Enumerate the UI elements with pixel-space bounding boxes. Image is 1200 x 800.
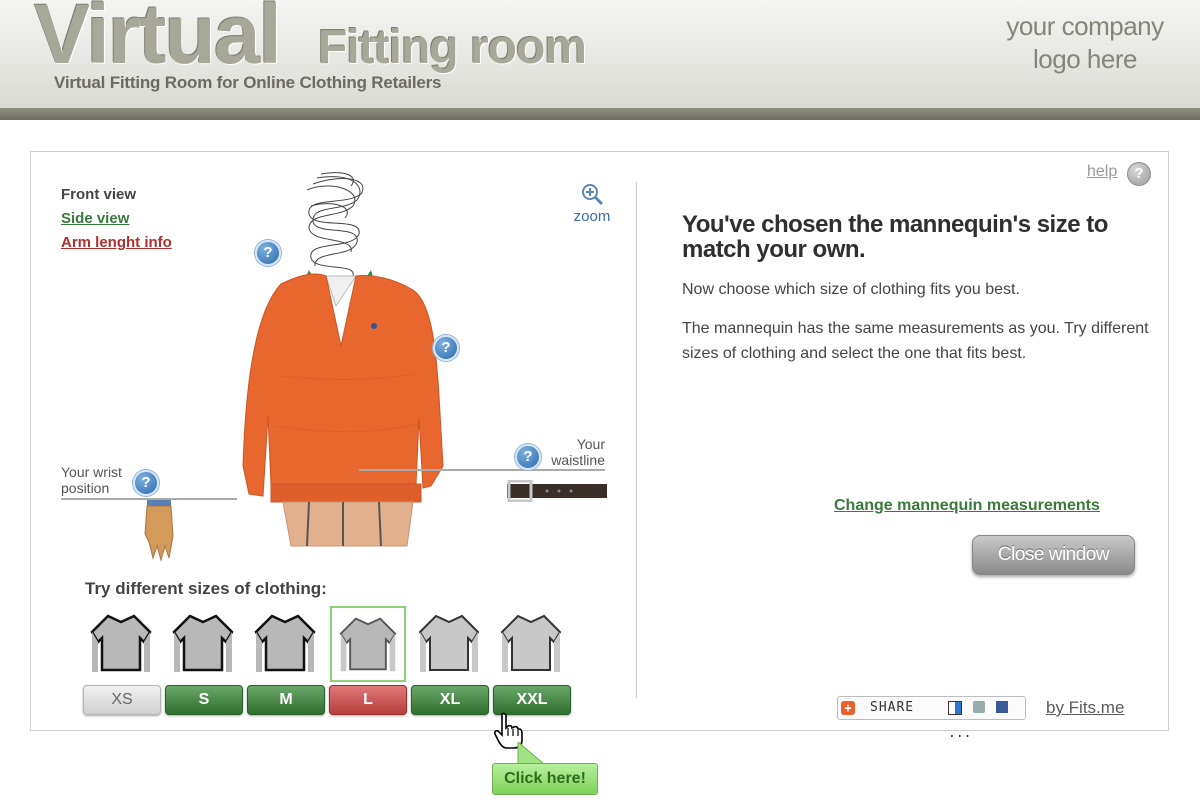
- header: Virtual Fitting room Virtual Fitting Roo…: [0, 0, 1200, 110]
- side-view-link[interactable]: Side view: [61, 210, 129, 227]
- by-fits-me-link[interactable]: by Fits.me: [1046, 698, 1124, 718]
- panel-divider: [636, 182, 637, 698]
- share-label: SHARE: [870, 700, 915, 715]
- tagline: Virtual Fitting Room for Online Clothing…: [54, 73, 442, 92]
- shirt-icon: [418, 614, 480, 672]
- shirt-icon: [254, 614, 316, 672]
- company-logo-line2: logo here: [1033, 44, 1137, 74]
- wrist-guide-line: [61, 498, 237, 500]
- shirt-thumbnail-s[interactable]: [166, 606, 240, 680]
- shirt-icon: [90, 614, 152, 672]
- shirt-thumbnail-xs[interactable]: [84, 606, 158, 680]
- wrist-position-hint: Your wrist position: [61, 464, 122, 496]
- company-logo-line1: your company: [1006, 11, 1164, 41]
- share-service-icons: ...: [948, 701, 1025, 745]
- digg-icon: [972, 701, 985, 713]
- belt-image: [507, 480, 607, 502]
- shirt-thumbnail-l[interactable]: [330, 606, 406, 682]
- zoom-label: zoom: [573, 208, 611, 225]
- company-logo-placeholder: your company logo here: [990, 10, 1180, 76]
- share-more: ...: [948, 726, 972, 741]
- size-button-l[interactable]: L: [329, 685, 407, 715]
- try-sizes-label: Try different sizes of clothing:: [85, 579, 327, 598]
- head-scribble: [306, 172, 364, 277]
- delicious-icon: [948, 701, 962, 715]
- instruction-title: You've chosen the mannequin's size to ma…: [682, 211, 1108, 263]
- size-button-xl[interactable]: XL: [411, 685, 489, 715]
- zoom-button[interactable]: zoom: [569, 182, 615, 225]
- instruction-text-1: Now choose which size of clothing fits y…: [682, 281, 1020, 298]
- help-link[interactable]: help: [1087, 163, 1117, 181]
- chest-help-icon[interactable]: ?: [433, 335, 459, 361]
- front-view-label: Front view: [61, 186, 137, 203]
- size-button-s[interactable]: S: [165, 685, 243, 715]
- size-button-m[interactable]: M: [247, 685, 325, 715]
- change-measurements-link[interactable]: Change mannequin measurements: [834, 497, 1100, 515]
- logo-fitting-room: Fitting room: [318, 21, 587, 74]
- click-here-callout: Click here!: [492, 763, 598, 795]
- shirt-icon: [500, 614, 562, 672]
- waistline-hint: Your waistline: [531, 436, 605, 468]
- waist-hint-line1: Your: [576, 436, 605, 452]
- shirt-thumbnail-xl[interactable]: [412, 606, 486, 680]
- facebook-icon: [995, 701, 1008, 713]
- waist-guide-line: [359, 469, 605, 471]
- mannequin-image: [242, 172, 444, 547]
- header-divider-bar: [0, 108, 1200, 120]
- zoom-in-icon: [582, 184, 604, 206]
- share-button[interactable]: + SHARE ...: [837, 696, 1026, 741]
- wrist-hand-image: [144, 498, 174, 562]
- waist-hint-line2: waistline: [551, 452, 605, 468]
- shirt-icon: [339, 617, 397, 672]
- logo-virtual: Virtual: [34, 0, 282, 81]
- fitting-room-panel: Front view Side view Arm lenght info zoo…: [30, 151, 1169, 741]
- shirt-thumbnail-xxl[interactable]: [494, 606, 568, 680]
- instruction-text-2: The mannequin has the same measurements …: [682, 320, 1149, 362]
- wrist-hint-line1: Your wrist: [61, 464, 122, 480]
- wrist-hint-line2: position: [61, 480, 110, 496]
- share-plus-icon: +: [841, 701, 855, 715]
- size-button-xs[interactable]: XS: [83, 685, 161, 715]
- help-icon[interactable]: ?: [1127, 162, 1151, 186]
- wrist-help-icon[interactable]: ?: [133, 470, 159, 496]
- waist-help-icon[interactable]: ?: [515, 444, 541, 470]
- close-window-button[interactable]: Close window: [972, 535, 1135, 575]
- shoulder-help-icon[interactable]: ?: [255, 240, 281, 266]
- shirt-thumbnail-m[interactable]: [248, 606, 322, 680]
- sweater: [242, 273, 444, 497]
- size-button-xxl[interactable]: XXL: [493, 685, 571, 715]
- shirt-icon: [172, 614, 234, 672]
